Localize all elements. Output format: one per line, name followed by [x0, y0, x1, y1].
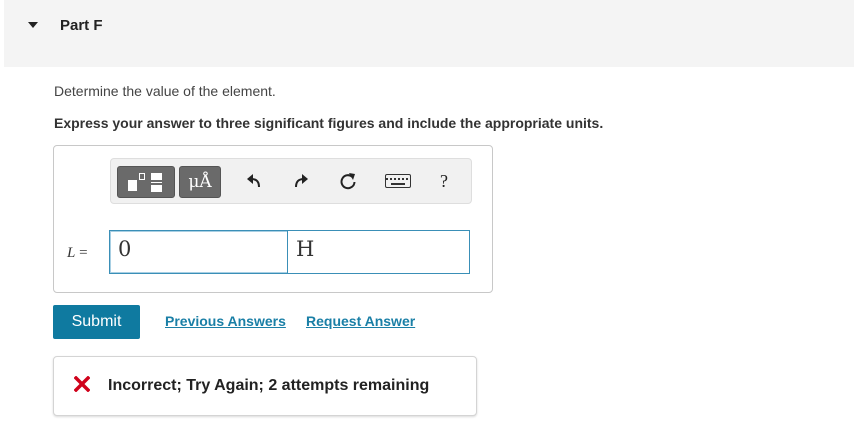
templates-icon: [124, 171, 168, 193]
collapse-caret-icon[interactable]: [28, 22, 38, 28]
incorrect-x-icon: [74, 376, 90, 392]
part-title: Part F: [60, 17, 103, 34]
redo-icon: [295, 174, 308, 188]
keyboard-icon: [385, 174, 411, 188]
part-header[interactable]: Part F: [4, 0, 854, 67]
help-button[interactable]: ?: [429, 166, 459, 196]
units-icon: μÅ: [188, 172, 212, 192]
feedback-panel: Incorrect; Try Again; 2 attempts remaini…: [53, 356, 477, 416]
previous-answers-link[interactable]: Previous Answers: [165, 313, 286, 329]
redo-button[interactable]: [286, 166, 316, 196]
keyboard-button[interactable]: [378, 166, 418, 196]
reset-button[interactable]: [333, 166, 363, 196]
unit-input[interactable]: H: [287, 230, 470, 274]
help-icon: ?: [440, 170, 448, 191]
question-instruction: Express your answer to three significant…: [54, 115, 604, 131]
feedback-message: Incorrect; Try Again; 2 attempts remaini…: [108, 377, 430, 394]
request-answer-link[interactable]: Request Answer: [306, 313, 415, 329]
answer-variable-label: L =: [67, 245, 88, 262]
undo-button[interactable]: [239, 166, 269, 196]
question-prompt: Determine the value of the element.: [54, 83, 276, 99]
variable-name: L: [67, 245, 76, 261]
templates-button[interactable]: [117, 166, 175, 198]
equation-toolbar: μÅ ?: [110, 158, 472, 204]
undo-icon: [247, 174, 260, 188]
equals-sign: =: [79, 245, 88, 261]
reset-icon: [340, 173, 356, 190]
submit-button[interactable]: Submit: [53, 305, 140, 339]
units-button[interactable]: μÅ: [179, 166, 221, 198]
answer-box: μÅ ? L = 0 H: [53, 145, 493, 293]
